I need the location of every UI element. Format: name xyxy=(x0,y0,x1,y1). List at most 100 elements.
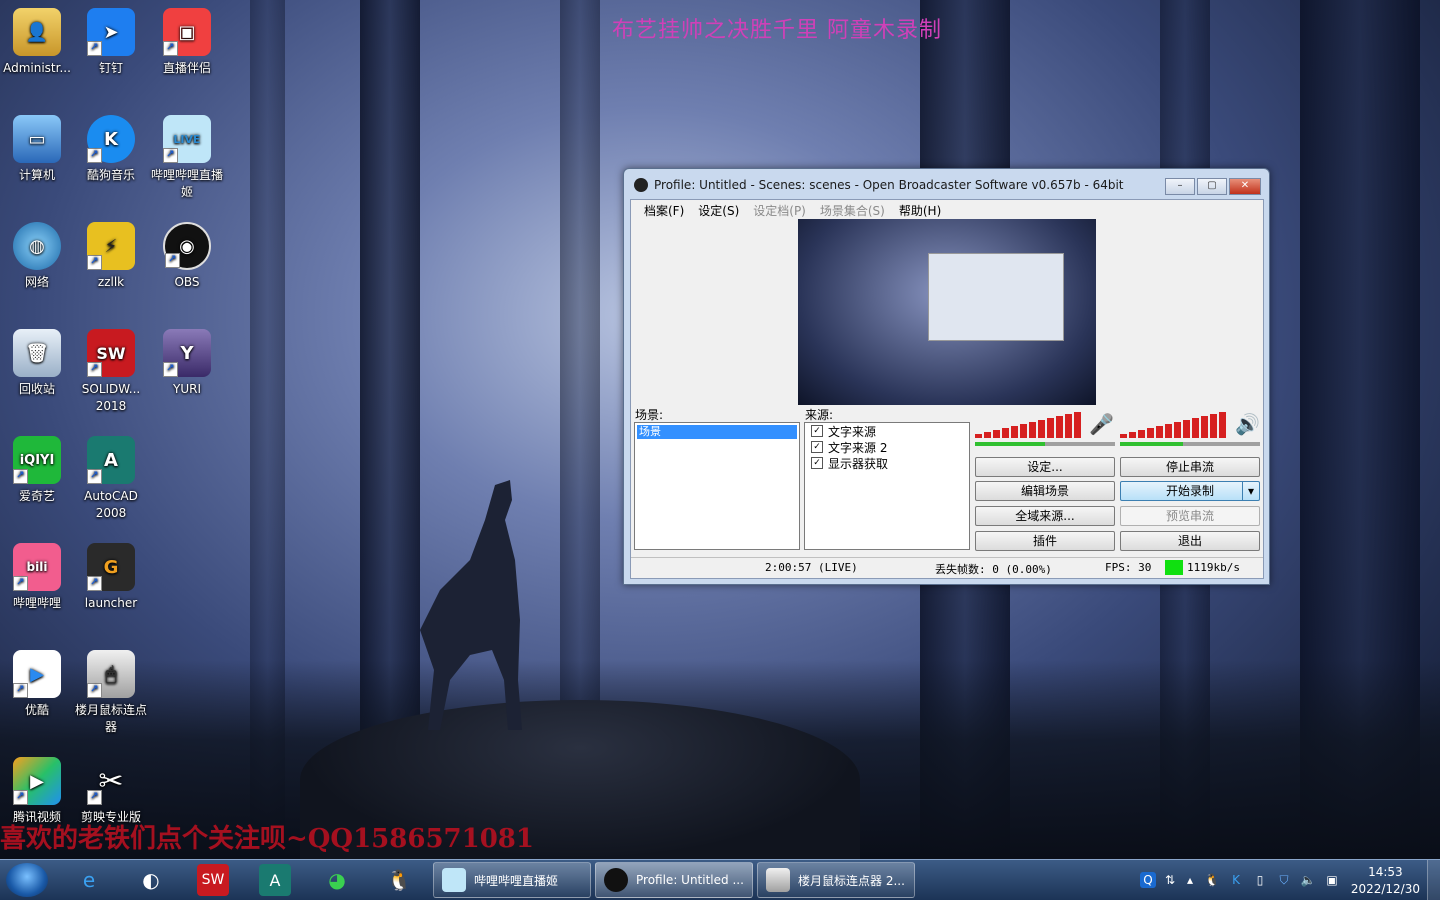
desktop-icon-youku[interactable]: ▶ ↗ 优酷 xyxy=(0,650,74,719)
desktop-icon-kugou[interactable]: K ↗ 酷狗音乐 xyxy=(74,115,148,184)
edit-scene-button[interactable]: 编辑场景 xyxy=(975,481,1115,501)
chevron-up-icon[interactable]: ▴ xyxy=(1182,872,1198,888)
desktop-icon-label: 直播伴侣 xyxy=(162,61,211,75)
desktop-icon-mouse-clicker[interactable]: 🖱 ↗ 楼月鼠标连点器 xyxy=(74,650,148,736)
fps-readout: FPS: 30 xyxy=(1105,561,1152,574)
desktop-icon-label: 网络 xyxy=(24,275,49,289)
menu-help[interactable]: 帮助(H) xyxy=(892,200,948,218)
qq-tray-icon[interactable]: 🐧 xyxy=(1204,872,1220,888)
obs-window[interactable]: Profile: Untitled - Scenes: scenes - Ope… xyxy=(623,168,1270,585)
menu-scene-collection[interactable]: 场景集合(S) xyxy=(813,200,892,218)
exit-button[interactable]: 退出 xyxy=(1120,531,1260,551)
sources-label: 来源: xyxy=(805,408,834,422)
autocad-taskbar-icon[interactable]: A xyxy=(259,864,291,896)
source-item[interactable]: ✓ 文字来源 xyxy=(805,423,969,439)
speaker-icon[interactable]: 🔊 xyxy=(1235,412,1260,436)
desktop-icon-administrator[interactable]: 👤 Administr... xyxy=(0,8,74,77)
desktop-icon-label: launcher xyxy=(84,596,138,610)
menu-profiles[interactable]: 设定档(P) xyxy=(746,200,813,218)
obs-logo-icon xyxy=(634,178,648,192)
youku-icon: ▶ ↗ xyxy=(13,650,61,698)
desktop-icon-recycle-bin[interactable]: 🗑 回收站 xyxy=(0,329,74,398)
source-item[interactable]: ✓ 文字来源 2 xyxy=(805,439,969,455)
show-desktop-button[interactable] xyxy=(1427,860,1440,900)
qq-icon[interactable]: 🐧 xyxy=(376,864,422,896)
scenes-list[interactable]: 场景 xyxy=(634,422,800,550)
bilibili-live-icon xyxy=(442,868,466,892)
desktop-icon-iqiyi[interactable]: iQIYI ↗ 爱奇艺 xyxy=(0,436,74,505)
menu-settings[interactable]: 设定(S) xyxy=(691,200,746,218)
dingtalk-icon: ➤ ↗ xyxy=(87,8,135,56)
source-label: 文字来源 xyxy=(828,424,877,439)
taskbar-task-mouse-clicker[interactable]: 楼月鼠标连点器 2... xyxy=(757,862,915,898)
source-label: 显示器获取 xyxy=(828,456,889,471)
tray-tool-icon[interactable]: ⇅ xyxy=(1162,872,1178,888)
user-folder-icon: 👤 xyxy=(13,8,61,56)
desktop-icon-computer[interactable]: ▭ 计算机 xyxy=(0,115,74,184)
yuri-icon: Y ↗ xyxy=(163,329,211,377)
menu-file[interactable]: 档案(F) xyxy=(637,200,691,218)
desktop-icon-bilibili[interactable]: bili ↗ 哔哩哔哩 xyxy=(0,543,74,612)
desktop-icon-label: 计算机 xyxy=(18,168,55,182)
stream-preview[interactable] xyxy=(798,219,1096,405)
desktop-icon-bilibili-live[interactable]: LIVE ↗ 哔哩哔哩直播姬 xyxy=(150,115,224,201)
desktop-icon-label: zzllk xyxy=(97,275,125,289)
device-icon[interactable]: ▯ xyxy=(1252,872,1268,888)
tencent-video-icon: ▶ ↗ xyxy=(13,757,61,805)
desktop-icon-solidworks[interactable]: SW ↗ SOLIDW... 2018 xyxy=(74,329,148,415)
computer-icon: ▭ xyxy=(13,115,61,163)
wolf-silhouette xyxy=(420,480,522,730)
desktop-icon-label: 剪映专业版 xyxy=(80,810,141,824)
preview-stream-button[interactable]: 预览串流 xyxy=(1120,506,1260,526)
network-tray-icon[interactable]: ▣ xyxy=(1324,872,1340,888)
start-recording-button[interactable]: 开始录制 ▾ xyxy=(1120,481,1260,501)
search-app-icon[interactable]: ◐ xyxy=(128,864,174,896)
desktop-icon-label: 楼月鼠标连点器 xyxy=(74,703,147,734)
taskbar-task-obs[interactable]: Profile: Untitled ... xyxy=(595,862,753,898)
desktop-icon-network[interactable]: ◍ 网络 xyxy=(0,222,74,291)
ie-icon[interactable]: e xyxy=(66,864,112,896)
microphone-icon[interactable]: 🎤 xyxy=(1089,412,1114,436)
source-checkbox[interactable]: ✓ xyxy=(811,441,823,453)
global-sources-button[interactable]: 全域来源... xyxy=(975,506,1115,526)
autocad-icon: A ↗ xyxy=(87,436,135,484)
scenes-label: 场景: xyxy=(635,408,664,422)
desktop-icon-tencent-video[interactable]: ▶ ↗ 腾讯视频 xyxy=(0,757,74,826)
source-checkbox[interactable]: ✓ xyxy=(811,457,823,469)
minimize-button[interactable]: – xyxy=(1165,178,1195,195)
clock[interactable]: 14:53 2022/12/30 xyxy=(1351,864,1420,898)
taskbar-task-bilibili-live[interactable]: 哔哩哔哩直播姬 xyxy=(433,862,591,898)
source-checkbox[interactable]: ✓ xyxy=(811,425,823,437)
scene-item[interactable]: 场景 xyxy=(637,425,797,439)
preview-nested-window xyxy=(928,253,1064,341)
desktop-icon-launcher[interactable]: G ↗ launcher xyxy=(74,543,148,612)
wechat-icon[interactable]: ◕ xyxy=(314,864,360,896)
desktop-icon-zzllk[interactable]: ⚡ ↗ zzllk xyxy=(74,222,148,291)
volume-icon[interactable]: 🔈 xyxy=(1300,872,1316,888)
settings-button[interactable]: 设定... xyxy=(975,457,1115,477)
mouse-icon xyxy=(766,868,790,892)
chevron-down-icon[interactable]: ▾ xyxy=(1242,482,1259,500)
kugou-tray-icon[interactable]: K xyxy=(1228,872,1244,888)
desktop-icon-jianying[interactable]: ✂ ↗ 剪映专业版 xyxy=(74,757,148,826)
desktop-icon-live-companion[interactable]: ▣ ↗ 直播伴侣 xyxy=(150,8,224,77)
source-item[interactable]: ✓ 显示器获取 xyxy=(805,455,969,471)
desktop-icon-label: AutoCAD 2008 xyxy=(84,489,138,520)
taskbar: e ◐ SW A ◕ 🐧 哔哩哔哩直播姬 Profile: Untitled .… xyxy=(0,859,1440,900)
sources-list[interactable]: ✓ 文字来源 ✓ 文字来源 2 ✓ 显示器获取 xyxy=(804,422,970,550)
desktop-icon-autocad[interactable]: A ↗ AutoCAD 2008 xyxy=(74,436,148,522)
maximize-button[interactable]: ▢ xyxy=(1197,178,1227,195)
desktop-icon-obs[interactable]: ◉ ↗ OBS xyxy=(150,222,224,291)
solidworks-taskbar-icon[interactable]: SW xyxy=(197,864,229,896)
iqiyi-icon: iQIYI ↗ xyxy=(13,436,61,484)
search-icon[interactable]: Q xyxy=(1140,872,1156,888)
close-button[interactable]: ✕ xyxy=(1229,178,1261,195)
desktop-icon-yuri[interactable]: Y ↗ YURI xyxy=(150,329,224,398)
desktop-icon-dingtalk[interactable]: ➤ ↗ 钉钉 xyxy=(74,8,148,77)
plugins-button[interactable]: 插件 xyxy=(975,531,1115,551)
start-button[interactable] xyxy=(6,863,48,897)
stop-stream-button[interactable]: 停止串流 xyxy=(1120,457,1260,477)
shield-icon[interactable]: ⛉ xyxy=(1276,872,1292,888)
bilibili-icon: bili ↗ xyxy=(13,543,61,591)
pikachu-icon: ⚡ ↗ xyxy=(87,222,135,270)
